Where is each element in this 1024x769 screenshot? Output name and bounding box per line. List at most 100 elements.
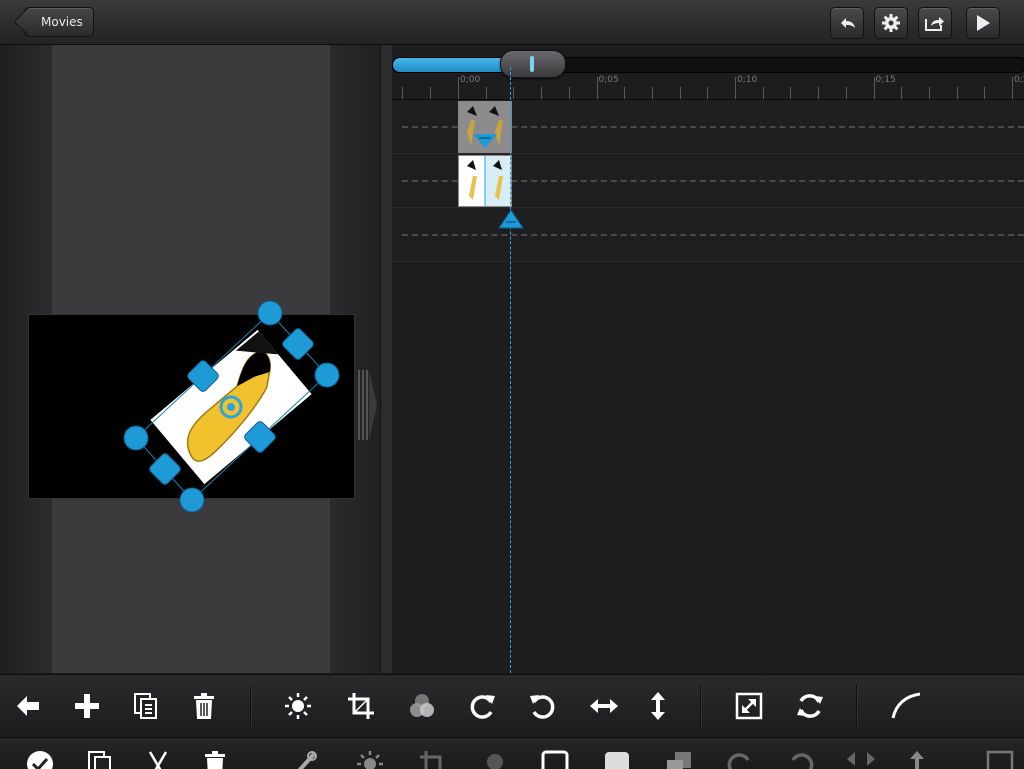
timeline-track-3[interactable]: [392, 208, 1024, 262]
time-ruler: 0;00 0;05 0;10 0;15 0;20: [392, 73, 1024, 100]
toolbar-separator: [700, 685, 701, 727]
rotate-counterclockwise-icon: [530, 695, 555, 719]
crop-icon: [348, 693, 374, 719]
pane-resize-handle[interactable]: [356, 368, 378, 442]
flip-horizontal-button-2[interactable]: [846, 750, 876, 769]
curve-icon: [891, 692, 921, 719]
color-filter-icon: [410, 694, 434, 717]
share-button[interactable]: [918, 7, 952, 39]
undo-button[interactable]: [830, 7, 864, 39]
track-line: [402, 234, 1024, 236]
color-icon: [487, 754, 503, 769]
brightness-icon: [285, 693, 311, 719]
ruler-minor-tick: [707, 87, 709, 99]
cut-button[interactable]: [143, 750, 173, 769]
fit-to-screen-button[interactable]: [731, 688, 767, 724]
settings-button[interactable]: [874, 7, 908, 39]
timeline-scrubber-track[interactable]: [392, 57, 1024, 73]
ruler-label: 0;15: [875, 75, 896, 85]
confirm-icon: [27, 751, 53, 769]
crop-button-2[interactable]: [418, 750, 448, 769]
back-button-label: Movies: [41, 15, 83, 29]
fit-to-screen-button-2[interactable]: [985, 750, 1015, 769]
duplicate-button-2[interactable]: [85, 750, 115, 769]
ruler-minor-tick: [845, 87, 847, 99]
ruler-minor-tick: [568, 87, 570, 99]
timeline: 0;00 0;05 0;10 0;15 0;20: [392, 45, 1024, 673]
ruler-major-tick: [1012, 77, 1013, 99]
replace-button[interactable]: [792, 688, 828, 724]
rotate-counterclockwise-icon: [791, 753, 814, 769]
clip-thumbnail-1[interactable]: [458, 101, 512, 153]
rotate-clockwise-button-2[interactable]: [725, 750, 755, 769]
video-preview[interactable]: [28, 314, 355, 499]
ruler-minor-tick: [513, 87, 515, 99]
curve-button[interactable]: [888, 688, 924, 724]
flip-horizontal-button[interactable]: [586, 688, 622, 724]
flip-vertical-icon: [910, 751, 924, 769]
flip-vertical-icon: [651, 692, 665, 720]
duplicate-icon: [88, 751, 111, 769]
square-outline-icon: [541, 750, 569, 769]
ruler-label: 0;05: [598, 75, 619, 85]
square-filled-icon: [605, 752, 629, 769]
ruler-minor-tick: [430, 87, 431, 99]
flip-vertical-button-2[interactable]: [902, 750, 932, 769]
ruler-minor-tick: [901, 87, 903, 99]
secondary-toolbar: [0, 737, 1024, 769]
rotate-clockwise-button[interactable]: [465, 688, 501, 724]
playhead-marker[interactable]: [497, 208, 525, 230]
ruler-label: 0;20: [1014, 75, 1024, 85]
fit-to-screen-icon: [735, 692, 763, 720]
ruler-minor-tick: [541, 87, 543, 99]
toolbar-separator: [856, 685, 857, 727]
undo-icon: [841, 18, 855, 28]
cut-icon: [148, 751, 168, 769]
brightness-button[interactable]: [280, 688, 316, 724]
timeline-track-1[interactable]: [392, 100, 1024, 154]
playhead-line[interactable]: [510, 67, 511, 673]
toolbar-separator: [250, 685, 251, 727]
add-icon: [75, 694, 99, 718]
ruler-minor-tick: [928, 87, 930, 99]
duplicate-icon: [134, 693, 157, 719]
brush-icon: [297, 751, 317, 769]
rotate-counterclockwise-button[interactable]: [524, 688, 560, 724]
ruler-minor-tick: [818, 87, 820, 99]
duplicate-button[interactable]: [128, 688, 164, 724]
rotate-clockwise-icon: [727, 753, 750, 769]
rotate-counterclockwise-button-2[interactable]: [786, 750, 816, 769]
gear-icon: [882, 14, 900, 32]
flip-horizontal-icon: [590, 699, 618, 713]
flip-vertical-button[interactable]: [640, 688, 676, 724]
brightness-button-2[interactable]: [355, 750, 385, 769]
movies-back-button[interactable]: Movies: [24, 7, 94, 37]
color-button[interactable]: [480, 750, 510, 769]
ruler-major-tick: [458, 77, 459, 99]
clip-thumbnail-2[interactable]: [458, 155, 512, 207]
rotate-clockwise-icon: [470, 695, 495, 719]
delete-button[interactable]: [186, 688, 222, 724]
layer-button[interactable]: [664, 750, 694, 769]
brush-button[interactable]: [290, 750, 320, 769]
ruler-minor-tick: [651, 87, 653, 99]
color-filter-button[interactable]: [404, 688, 440, 724]
confirm-button[interactable]: [25, 750, 55, 769]
back-button[interactable]: [10, 688, 46, 724]
square-filled-button[interactable]: [602, 750, 632, 769]
crop-button[interactable]: [343, 688, 379, 724]
crop-icon: [420, 751, 442, 769]
flip-horizontal-icon: [847, 752, 875, 766]
play-button[interactable]: [966, 7, 1000, 39]
ruler-label: 0;10: [737, 75, 758, 85]
ruler-minor-tick: [984, 87, 986, 99]
brightness-icon: [357, 751, 383, 769]
add-button[interactable]: [69, 688, 105, 724]
square-outline-button[interactable]: [540, 750, 570, 769]
ruler-major-tick: [735, 77, 736, 99]
trash-icon: [205, 751, 225, 769]
share-icon: [925, 17, 944, 31]
timeline-track-2[interactable]: [392, 154, 1024, 208]
delete-button-2[interactable]: [200, 750, 230, 769]
top-bar: Movies: [0, 0, 1024, 45]
